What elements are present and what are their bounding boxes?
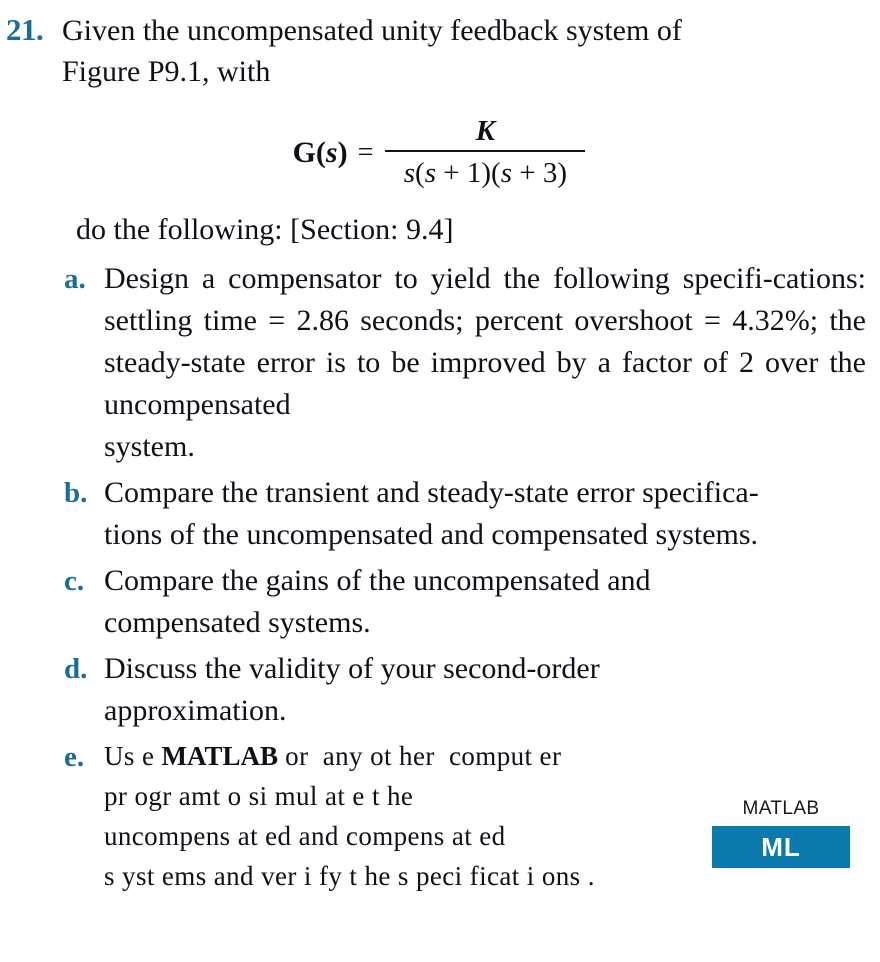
sub-item-d-body: Discuss the validity of your second-orde… (104, 648, 872, 732)
equation-denominator: s(s + 1)(s + 3) (396, 152, 575, 191)
denominator-paren1-open: ( (415, 157, 425, 189)
sub-item-b-main: Compare the transient and steady-state e… (104, 476, 759, 509)
sub-item-b: b. Compare the transient and steady-stat… (6, 472, 872, 556)
equation-paren-open: ( (315, 135, 326, 169)
sub-item-e-line4: s yst ems and ver i fy t he s peci ficat… (104, 861, 595, 891)
denominator-s-first: s (403, 157, 416, 189)
sub-item-d-last: approximation. (104, 694, 287, 727)
sub-item-b-last: tions of the uncompensated and compensat… (104, 518, 759, 551)
denominator-paren2-close: ) (557, 157, 568, 189)
sub-item-e-line3: uncompens at ed and compens at ed (104, 821, 506, 851)
matlab-badge-box: ML (712, 826, 850, 868)
problem-intro-main: Given the uncompensated unity feedback s… (62, 14, 682, 47)
equation-G: G (292, 135, 316, 169)
matlab-badge-caption: MATLAB (742, 798, 820, 819)
problem-intro-text: Given the uncompensated unity feedback s… (62, 10, 872, 92)
sub-item-a-letter: a. (64, 263, 86, 295)
problem-statement: 21. Given the uncompensated unity feedba… (6, 10, 872, 92)
sub-item-e-line1-pre: Us e (104, 741, 162, 771)
sub-item-a: a. Design a compensator to yield the fol… (6, 258, 872, 468)
equation-equals-sign: = (357, 136, 374, 168)
sub-item-c-last: compensated systems. (104, 606, 371, 639)
sub-item-c-main: Compare the gains of the uncompensated a… (104, 564, 651, 597)
sub-item-d-main: Discuss the validity of your second-orde… (104, 652, 600, 685)
sub-item-a-main: Design a compensator to yield the follow… (104, 262, 866, 421)
transfer-function-equation: G(s) = K s(s + 1)(s + 3) (6, 114, 872, 191)
equation-fraction: K s(s + 1)(s + 3) (385, 114, 586, 191)
denominator-plus-one: + 1 (436, 157, 482, 189)
matlab-keyword: MATLAB (161, 741, 279, 771)
do-the-following-line: do the following: [Section: 9.4] (76, 213, 454, 246)
sub-item-e-body: Us e MATLAB or any ot her comput er pr o… (104, 736, 734, 896)
problem-intro-last: Figure P9.1, with (62, 55, 271, 88)
denominator-paren2-open: ( (491, 157, 501, 189)
equation-variable-s: s (325, 135, 338, 169)
matlab-badge: MATLAB ML (712, 798, 850, 868)
sub-item-c-body: Compare the gains of the uncompensated a… (104, 560, 872, 644)
sub-item-e-line1-post: or any ot her comput er (278, 741, 562, 771)
sub-item-c-letter: c. (64, 565, 85, 597)
sub-item-b-letter: b. (64, 477, 88, 509)
sub-item-b-body: Compare the transient and steady-state e… (104, 472, 872, 556)
matlab-badge-box-label: ML (761, 831, 801, 862)
equation-left-hand-side: G(s) (293, 136, 348, 170)
sub-item-a-body: Design a compensator to yield the follow… (104, 258, 872, 468)
textbook-problem-page: 21. Given the uncompensated unity feedba… (0, 0, 880, 962)
sub-item-e-letter: e. (64, 741, 85, 773)
problem-number: 21. (6, 12, 44, 47)
denominator-paren1-close: ) (481, 157, 492, 189)
denominator-plus-three: + 3 (512, 157, 558, 189)
denominator-s-third: s (500, 157, 513, 189)
sub-item-c: c. Compare the gains of the uncompensate… (6, 560, 872, 644)
sub-item-d: d. Discuss the validity of your second-o… (6, 648, 872, 732)
sub-item-e-line2: pr ogr amt o si mul at e t he (104, 781, 414, 811)
equation-paren-close: ) (337, 135, 348, 169)
denominator-s-second: s (424, 157, 437, 189)
sub-item-a-last: system. (104, 430, 195, 463)
sub-item-d-letter: d. (64, 653, 88, 685)
equation-numerator: K (475, 115, 496, 147)
